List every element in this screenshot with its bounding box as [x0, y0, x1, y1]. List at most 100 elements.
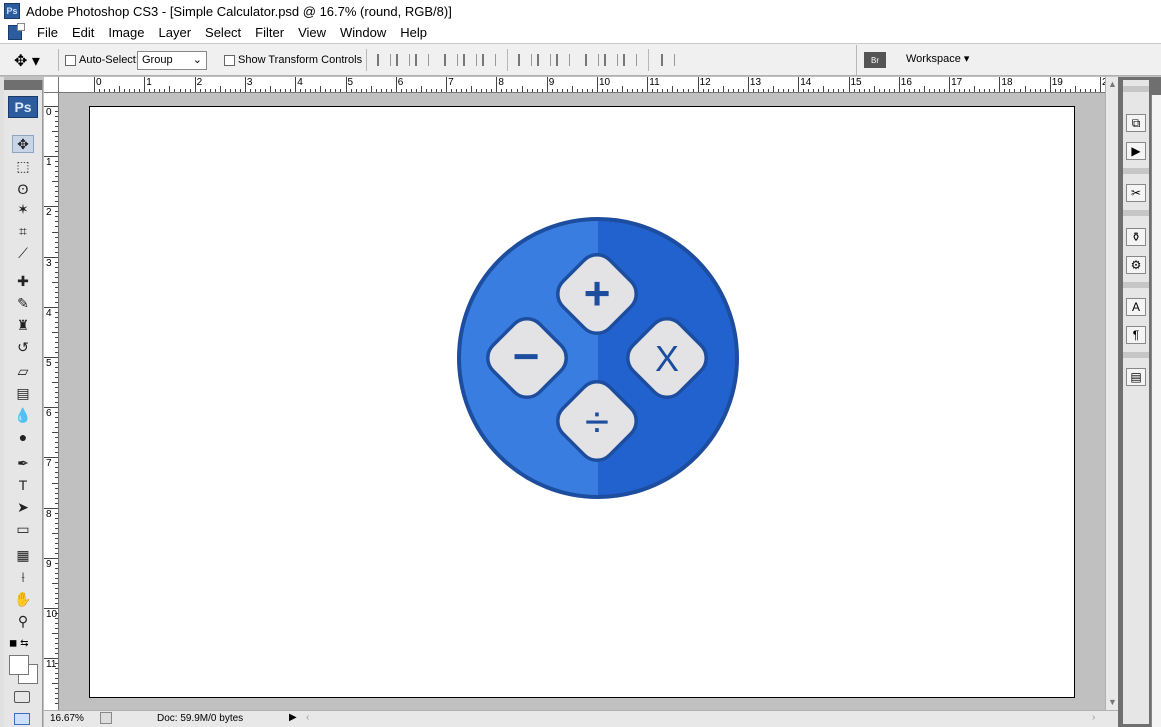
path-selection-tool[interactable]: ➤: [12, 498, 34, 516]
dodge-tool[interactable]: ●: [12, 428, 34, 446]
scroll-left-icon[interactable]: ‹: [306, 712, 309, 723]
ruler-tick: [928, 89, 930, 92]
horizontal-ruler[interactable]: 01234567891011121314151617181920: [59, 77, 1113, 93]
menu-edit[interactable]: Edit: [65, 22, 101, 43]
menu-select[interactable]: Select: [198, 22, 248, 43]
tool-presets-panel-icon[interactable]: ✂: [1126, 184, 1146, 202]
menu-filter[interactable]: Filter: [248, 22, 291, 43]
eyedropper-tool[interactable]: ⟊: [12, 568, 34, 586]
magic-wand-tool[interactable]: ✶: [12, 200, 34, 218]
menu-help[interactable]: Help: [393, 22, 434, 43]
navigator-panel-icon[interactable]: ⧉: [1126, 114, 1146, 132]
history-brush-tool[interactable]: ↺: [12, 338, 34, 356]
distribute-left-icon[interactable]: [585, 54, 599, 66]
menu-file[interactable]: File: [30, 22, 65, 43]
info-panel-icon[interactable]: ▤: [1126, 368, 1146, 386]
gradient-tool[interactable]: ▤: [12, 384, 34, 402]
foreground-color-swatch[interactable]: [9, 655, 29, 675]
menu-image[interactable]: Image: [101, 22, 151, 43]
distribute-vcenter-icon[interactable]: [537, 54, 551, 66]
ruler-tick: [55, 487, 58, 489]
menu-view[interactable]: View: [291, 22, 333, 43]
marquee-tool[interactable]: ⬚: [12, 157, 34, 175]
actions-panel-icon[interactable]: ▶: [1126, 142, 1146, 160]
auto-align-layers-icon[interactable]: [661, 54, 675, 66]
pen-tool[interactable]: ✒: [12, 454, 34, 472]
zoom-level[interactable]: 16.67%: [50, 713, 84, 724]
menu-layer[interactable]: Layer: [152, 22, 199, 43]
ruler-tick: [652, 89, 654, 92]
status-info-icon[interactable]: [100, 712, 112, 724]
bridge-icon[interactable]: Br: [864, 52, 886, 68]
ruler-tick: [637, 89, 639, 92]
ruler-label: 11: [649, 77, 660, 88]
ruler-tick: [853, 89, 855, 92]
distribute-right-icon[interactable]: [623, 54, 637, 66]
move-tool[interactable]: ✥: [12, 135, 34, 153]
ruler-tick: [491, 89, 493, 92]
document-icon[interactable]: [8, 23, 25, 40]
brush-tool[interactable]: ✎: [12, 294, 34, 312]
screen-mode-icon[interactable]: [14, 713, 30, 725]
toolbox-logo[interactable]: Ps: [8, 96, 38, 118]
ruler-tick: [104, 89, 106, 92]
notes-tool[interactable]: ▦: [12, 546, 34, 564]
workspace-button[interactable]: Workspace ▾: [906, 52, 969, 65]
layer-comps-panel-icon[interactable]: ⚙: [1126, 256, 1146, 274]
distribute-top-icon[interactable]: [518, 54, 532, 66]
align-top-icon[interactable]: [377, 54, 391, 66]
default-colors-icon[interactable]: ◼ ⇆: [9, 638, 28, 649]
status-menu-icon[interactable]: ▶: [289, 712, 297, 723]
align-hcenter-icon[interactable]: [463, 54, 477, 66]
calculator-artwork[interactable]: + − X ÷: [90, 107, 1076, 699]
document-canvas[interactable]: + − X ÷: [89, 106, 1075, 698]
align-right-icon[interactable]: [482, 54, 496, 66]
paragraph-panel-icon[interactable]: ¶: [1126, 326, 1146, 344]
lasso-tool[interactable]: ʘ: [12, 180, 34, 198]
ruler-tick: [55, 266, 58, 268]
ruler-tick: [52, 582, 58, 584]
ruler-tick: [159, 89, 161, 92]
clone-source-panel-icon[interactable]: ⚱: [1126, 228, 1146, 246]
healing-brush-tool[interactable]: ✚: [12, 272, 34, 290]
blur-tool[interactable]: 💧: [12, 406, 34, 424]
ruler-tick: [622, 86, 624, 92]
type-tool[interactable]: T: [12, 476, 34, 494]
align-bottom-icon[interactable]: [415, 54, 429, 66]
auto-select-dropdown[interactable]: Group ⌄: [137, 51, 207, 70]
title-bar: Ps Adobe Photoshop CS3 - [Simple Calcula…: [0, 0, 1161, 22]
ruler-tick: [119, 86, 121, 92]
hand-tool[interactable]: ✋: [12, 590, 34, 608]
ruler-origin[interactable]: [44, 77, 59, 93]
character-panel-icon[interactable]: A: [1126, 298, 1146, 316]
align-left-icon[interactable]: [444, 54, 458, 66]
quick-mask-icon[interactable]: [14, 691, 30, 703]
ruler-label: 6: [397, 77, 404, 88]
vertical-scrollbar[interactable]: ▲ ▼: [1105, 77, 1118, 710]
align-vcenter-icon[interactable]: [396, 54, 410, 66]
auto-select-checkbox[interactable]: [65, 55, 76, 66]
ruler-tick: [184, 89, 186, 92]
menu-window[interactable]: Window: [333, 22, 393, 43]
ruler-tick: [315, 89, 317, 92]
vertical-ruler[interactable]: 0 1 2 3 4 5 6 7 8 9 10 11: [44, 93, 59, 710]
crop-tool[interactable]: ⌗: [12, 222, 34, 240]
distribute-bottom-icon[interactable]: [556, 54, 570, 66]
eraser-tool[interactable]: ▱: [12, 362, 34, 380]
ruler-tick: [908, 89, 910, 92]
toolbox-grip[interactable]: [4, 80, 42, 90]
slice-tool[interactable]: ⟋: [12, 244, 34, 262]
ruler-tick: [702, 89, 704, 92]
zoom-tool[interactable]: ⚲: [12, 612, 34, 630]
ruler-tick: [1039, 89, 1041, 92]
shape-tool[interactable]: ▭: [12, 520, 34, 538]
move-tool-preset-icon[interactable]: ✥ ▾: [14, 51, 40, 71]
scroll-down-icon[interactable]: ▼: [1108, 697, 1117, 707]
ruler-tick: [144, 77, 146, 92]
show-transform-checkbox[interactable]: [224, 55, 235, 66]
distribute-hcenter-icon[interactable]: [604, 54, 618, 66]
clone-stamp-tool[interactable]: ♜: [12, 316, 34, 334]
scroll-up-icon[interactable]: ▲: [1108, 79, 1117, 89]
ruler-tick: [55, 537, 58, 539]
scroll-right-icon[interactable]: ›: [1092, 712, 1095, 723]
